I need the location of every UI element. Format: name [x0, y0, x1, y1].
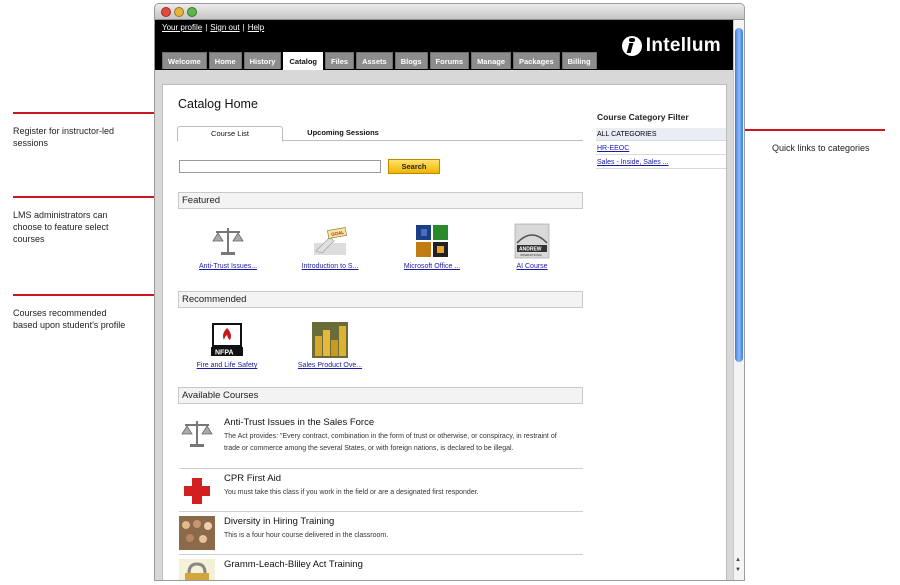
- tab-catalog[interactable]: Catalog: [283, 52, 323, 70]
- featured-tile[interactable]: Anti-Trust Issues...: [183, 223, 273, 270]
- tab-welcome[interactable]: Welcome: [162, 52, 207, 69]
- annotation-quicklinks: Quick links to categories: [772, 143, 870, 153]
- catalog-subtabs: Course List Upcoming Sessions: [177, 126, 583, 142]
- course-title[interactable]: Gramm-Leach-Bliley Act Training: [224, 559, 363, 570]
- featured-caption[interactable]: AI Course: [487, 263, 577, 270]
- filter-all-categories[interactable]: ALL CATEGORIES: [596, 128, 726, 141]
- red-cross-icon: [179, 473, 215, 507]
- course-title[interactable]: Diversity in Hiring Training: [224, 516, 334, 527]
- scales-icon: [179, 417, 215, 451]
- featured-section-header: Featured: [178, 192, 583, 209]
- separator: |: [205, 23, 208, 32]
- scales-icon: [210, 223, 246, 259]
- tab-forums[interactable]: Forums: [429, 52, 470, 69]
- office-icon: [414, 223, 450, 259]
- course-description: This is a four hour course delivered in …: [224, 532, 389, 539]
- subtab-course-list[interactable]: Course List: [177, 126, 283, 142]
- annotation-featured-line: [13, 196, 175, 198]
- recommended-section-header: Recommended: [178, 291, 583, 308]
- andrew-logo-icon: ANDREW INTERNATIONAL: [514, 223, 550, 259]
- window-titlebar: [155, 4, 744, 20]
- course-title[interactable]: CPR First Aid: [224, 473, 281, 484]
- tab-billing[interactable]: Billing: [561, 52, 597, 69]
- andrew-text: ANDREW: [519, 247, 542, 253]
- nfpa-text: NFPA: [215, 350, 234, 357]
- scroll-down-arrow-icon[interactable]: ▼: [735, 567, 741, 573]
- subtab-upcoming-sessions[interactable]: Upcoming Sessions: [289, 126, 397, 141]
- tab-packages[interactable]: Packages: [513, 52, 560, 69]
- stage: Register for instructor-led sessions LMS…: [0, 0, 900, 585]
- course-row[interactable]: Gramm-Leach-Bliley Act Training: [179, 555, 583, 580]
- scrollbar-thumb[interactable]: [735, 28, 743, 362]
- annotation-register: Register for instructor-led sessions: [13, 126, 115, 148]
- tab-assets[interactable]: Assets: [356, 52, 393, 69]
- tab-blogs[interactable]: Blogs: [394, 52, 428, 69]
- tab-manage[interactable]: Manage: [471, 52, 511, 69]
- annotation-featured: LMS administrators can choose to feature…: [13, 210, 109, 244]
- browser-window: Your profile | Sign out | Help Intellum Welc…: [154, 3, 745, 581]
- help-link[interactable]: Help: [248, 23, 264, 32]
- annotation-recommended-line: [13, 294, 175, 296]
- lock-icon: [179, 559, 215, 580]
- course-row[interactable]: Anti-Trust Issues in the Sales Force The…: [179, 413, 583, 469]
- close-window-button[interactable]: [161, 7, 171, 17]
- course-row[interactable]: CPR First Aid You must take this class i…: [179, 469, 583, 512]
- tab-files[interactable]: Files: [325, 52, 355, 69]
- main-nav-tabs: Welcome Home History Catalog Files Asset…: [162, 52, 597, 70]
- featured-caption[interactable]: Anti-Trust Issues...: [183, 263, 273, 270]
- recommended-caption[interactable]: Sales Product Ove...: [285, 362, 375, 369]
- vertical-scrollbar[interactable]: ▲ ▼: [733, 20, 744, 580]
- course-row[interactable]: Diversity in Hiring Training This is a f…: [179, 512, 583, 555]
- site-header: Your profile | Sign out | Help Intellum Welc…: [155, 20, 735, 70]
- content-panel: Catalog Home Course List Upcoming Sessio…: [162, 84, 727, 580]
- andrew-sub-text: INTERNATIONAL: [520, 253, 543, 257]
- filter-sales[interactable]: Sales - Inside, Sales ...: [596, 156, 726, 169]
- your-profile-link[interactable]: Your profile: [162, 23, 202, 32]
- separator: |: [242, 23, 245, 32]
- course-description: You must take this class if you work in …: [224, 489, 479, 496]
- featured-tile[interactable]: ANDREW INTERNATIONAL AI Course: [487, 223, 577, 270]
- featured-caption[interactable]: Microsoft Office ...: [387, 263, 477, 270]
- brand-logo: Intellum: [621, 35, 721, 57]
- recommended-tile[interactable]: Sales Product Ove...: [285, 322, 375, 369]
- sign-out-link[interactable]: Sign out: [210, 23, 239, 32]
- intellum-logo-icon: [621, 36, 642, 56]
- featured-tile[interactable]: Microsoft Office ...: [387, 223, 477, 270]
- brand-name: Intellum: [645, 35, 721, 56]
- available-section-header: Available Courses: [178, 387, 583, 404]
- coins-icon: [312, 322, 348, 358]
- top-links: Your profile | Sign out | Help: [162, 23, 264, 32]
- zoom-window-button[interactable]: [187, 7, 197, 17]
- people-photo-icon: [179, 516, 215, 550]
- category-filter-title: Course Category Filter: [597, 112, 689, 122]
- page-title: Catalog Home: [178, 97, 258, 111]
- featured-tile[interactable]: GOAL Introduction to S...: [285, 223, 375, 270]
- tab-home[interactable]: Home: [208, 52, 242, 69]
- scroll-up-arrow-icon[interactable]: ▲: [735, 557, 741, 563]
- filter-hr-eeoc[interactable]: HR-EEOC: [596, 142, 726, 155]
- course-title[interactable]: Anti-Trust Issues in the Sales Force: [224, 417, 374, 428]
- tab-history[interactable]: History: [243, 52, 282, 69]
- nfpa-logo-icon: NFPA: [209, 322, 245, 358]
- search-button[interactable]: Search: [388, 159, 440, 174]
- annotation-recommended: Courses recommended based upon student's…: [13, 308, 126, 330]
- minimize-window-button[interactable]: [174, 7, 184, 17]
- recommended-caption[interactable]: Fire and Life Safety: [182, 362, 272, 369]
- goal-icon: GOAL: [312, 223, 348, 259]
- recommended-tile[interactable]: NFPA Fire and Life Safety: [182, 322, 272, 369]
- featured-caption[interactable]: Introduction to S...: [285, 263, 375, 270]
- course-description: The Act provides: "Every contract, combi…: [224, 433, 557, 452]
- search-input[interactable]: [179, 160, 381, 173]
